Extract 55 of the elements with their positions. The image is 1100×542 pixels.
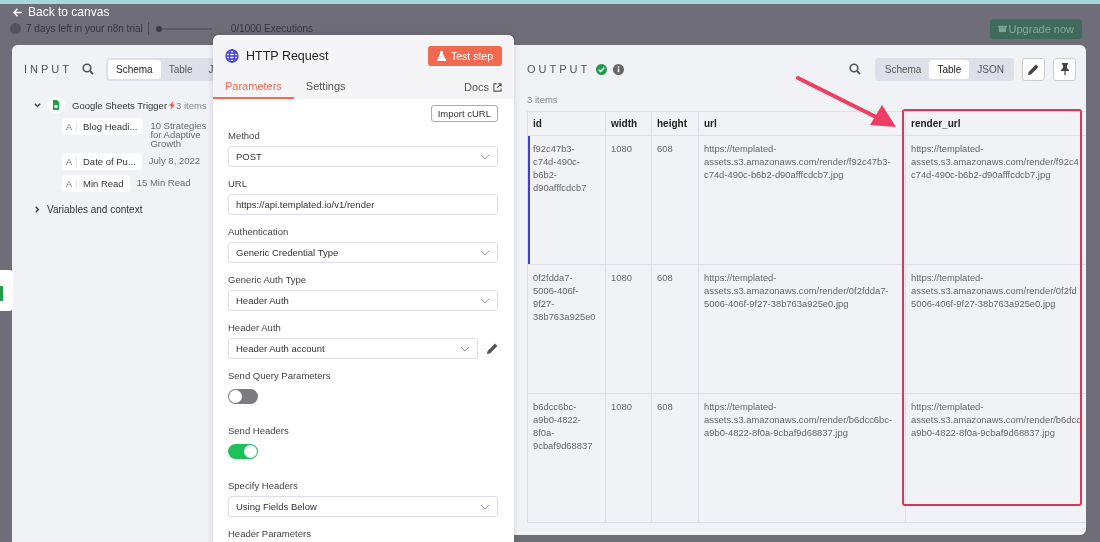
field-label: Header Parameters [228, 528, 312, 539]
back-link[interactable]: Back to canvas [12, 5, 110, 19]
table-cell: 1080 [605, 264, 652, 394]
field-label: Header Auth [228, 322, 282, 333]
select-field[interactable]: Header Auth [228, 290, 498, 311]
tree-label[interactable]: Variables and context [47, 203, 143, 215]
table-cell: 1080 [605, 393, 652, 523]
field-value: 10 Strategies for Adaptive Growth [150, 119, 208, 148]
table-cell: b6dcc6bc- a9b0-4822- 8f0a- 9cbaf9d68837 [527, 393, 606, 523]
field-chip[interactable]: A Blog Headi... [62, 118, 144, 135]
panel-title: INPUT [24, 63, 72, 75]
view-tab[interactable]: JSON [969, 59, 1012, 79]
import-curl-button[interactable]: Import cURL [430, 105, 498, 122]
items-count-label: 3 items [169, 99, 207, 111]
view-tab[interactable]: J [200, 59, 213, 79]
panel-title: OUTPUT [527, 63, 591, 75]
table-cell: https://templated- assets.s3.amazonaws.com/render/0f2fdda7- 5006-406f-9f27-38b763a925e0.jpg [698, 264, 906, 394]
field-label: URL [228, 178, 248, 189]
field-chip[interactable]: A Min Read [62, 175, 130, 192]
field-label: Authentication [228, 226, 290, 237]
select-field[interactable]: Generic Credential Type [228, 242, 498, 263]
view-tab[interactable]: Table [929, 59, 970, 79]
field-label: Method [228, 130, 261, 141]
panel-tab[interactable]: Settings [305, 80, 358, 99]
column-header: url [698, 111, 906, 136]
column-header: render_url [905, 111, 1086, 136]
table-cell: https://templated- assets.s3.amazonaws.com/render/f92c47b3- c74d-490c-b6b2-d90afffcdcb7.jpg [698, 135, 906, 265]
table-cell: 608 [651, 264, 699, 394]
docs-link[interactable]: Docs [463, 81, 502, 99]
select-field[interactable]: Header Auth account [228, 338, 478, 359]
field-value: July 8, 2022 [148, 154, 201, 165]
table-cell: 608 [651, 393, 699, 523]
field-chip[interactable]: A Date of Pu... [62, 153, 142, 170]
field-value: 15 Min Read [136, 176, 191, 187]
field-label: Generic Auth Type [228, 274, 307, 285]
url-input[interactable]: https://api.templated.io/v1/render [228, 194, 498, 215]
tree-label[interactable]: Google Sheets Trigger [72, 99, 168, 111]
select-field[interactable]: Using Fields Below [228, 496, 498, 517]
table-cell: 1080 [605, 135, 652, 265]
view-tab[interactable]: Table [160, 59, 201, 79]
items-count: 3 items [527, 94, 559, 107]
table-cell: 608 [651, 135, 699, 265]
table-cell: f92c47b3- c74d-490c- b6b2- d90afffcdcb7 [527, 135, 606, 265]
column-header: id [527, 111, 606, 136]
field-label: Send Query Parameters [228, 370, 332, 381]
field-label: Send Headers [228, 425, 290, 436]
node-title: HTTP Request [246, 49, 329, 63]
view-tab[interactable]: Schema [876, 59, 930, 79]
select-field[interactable]: POST [228, 146, 498, 167]
table-cell: https://templated- assets.s3.amazonaws.com/render/b6dcc6bc- a9b0-4822-8f0a-9cbaf9d68837.jpg [698, 393, 906, 523]
table-cell: 0f2fdda7- 5006-406f- 9f27- 38b763a925e0 [527, 264, 606, 394]
column-header: height [651, 111, 699, 136]
view-tab[interactable]: Schema [108, 59, 161, 79]
field-label: Specify Headers [228, 480, 299, 491]
column-header: width [605, 111, 652, 136]
